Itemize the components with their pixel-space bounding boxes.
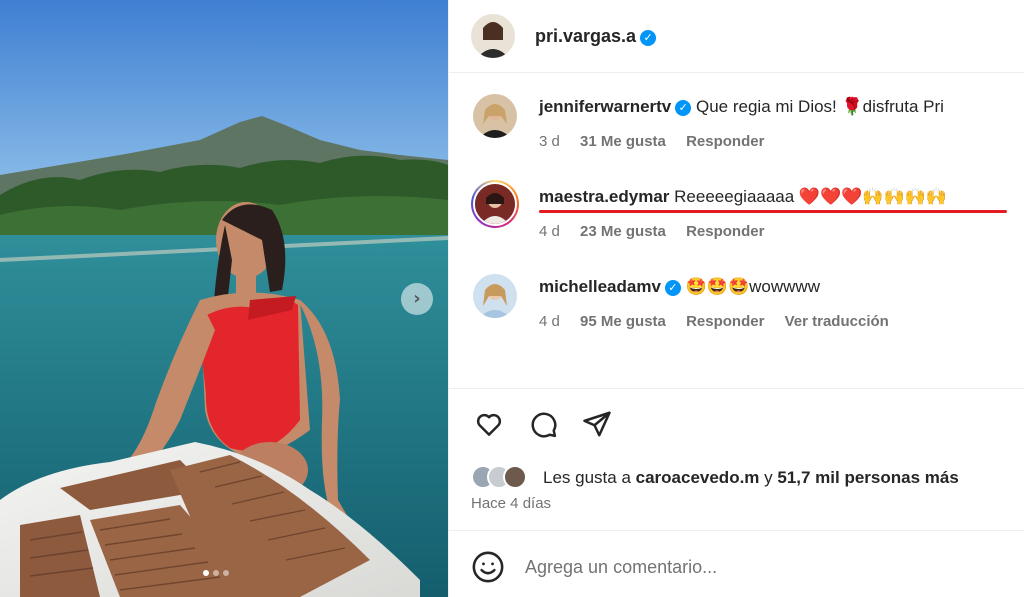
likes-others[interactable]: 51,7 mil personas más: [777, 468, 958, 487]
comment-meta: 3 d 31 Me gusta Responder: [539, 133, 780, 150]
carousel-dot: [223, 570, 229, 576]
carousel-dot: [213, 570, 219, 576]
post-time: Hace 4 días: [471, 495, 552, 512]
post-panel: pri.vargas.a ✓ jennifer­warnertv ✓ Que reg…: [448, 0, 1024, 597]
author-username[interactable]: pri.vargas.a: [535, 26, 636, 46]
translate-button[interactable]: Ver traducción: [785, 313, 889, 330]
comment-avatar[interactable]: [473, 274, 517, 318]
comment-username[interactable]: michelleadamv: [539, 277, 661, 296]
comment-meta: 4 d 23 Me gusta Responder: [539, 223, 780, 240]
comment-age: 4 d: [539, 313, 560, 330]
comment-text: Que regia mi Dios! 🌹disfruta Pri: [696, 97, 944, 116]
likes-joiner: y: [759, 468, 778, 487]
comment-age: 3 d: [539, 133, 560, 150]
comment-username[interactable]: maestra.edymar: [539, 187, 669, 206]
verified-icon: ✓: [675, 100, 692, 116]
comments-divider: [449, 388, 1024, 389]
comment-text: Reeeeegiaaaaa ❤️❤️❤️🙌🙌🙌🙌: [674, 187, 948, 206]
comment-text-row: maestra.edymar Reeeeegiaaaaa ❤️❤️❤️🙌🙌🙌🙌: [539, 187, 947, 207]
reply-button[interactable]: Responder: [686, 223, 764, 240]
post-photo[interactable]: ›: [0, 0, 448, 597]
next-photo-button[interactable]: ›: [401, 283, 433, 315]
comment-likes[interactable]: 23 Me gusta: [580, 223, 666, 240]
header-divider: [449, 72, 1024, 73]
comment-meta: 4 d 95 Me gusta Responder Ver traducción: [539, 313, 905, 330]
carousel-dot-active: [203, 570, 209, 576]
comment-text-row: jennifer­warnertv ✓ Que regia mi Dios! 🌹d…: [539, 97, 944, 117]
add-comment-input[interactable]: [525, 557, 985, 578]
chevron-right-icon: ›: [413, 288, 421, 309]
verified-icon: ✓: [664, 280, 681, 296]
reply-button[interactable]: Responder: [686, 133, 764, 150]
author-avatar[interactable]: [471, 14, 515, 58]
verified-icon: ✓: [640, 30, 657, 46]
share-icon[interactable]: [579, 406, 615, 442]
comment-text-row: michelleadamv ✓ 🤩🤩🤩wowwww: [539, 277, 820, 297]
comment-likes[interactable]: 31 Me gusta: [580, 133, 666, 150]
comment-avatar-story[interactable]: [471, 180, 519, 228]
carousel-dots: [203, 570, 229, 576]
reply-button[interactable]: Responder: [686, 313, 764, 330]
emoji-icon[interactable]: [471, 550, 505, 584]
post-image: [0, 0, 448, 597]
likers-avatars[interactable]: [471, 464, 527, 490]
comment-username[interactable]: jennifer­warnertv: [539, 97, 671, 116]
post-actions: [471, 406, 615, 442]
liker-username[interactable]: caroacevedo.m: [636, 468, 760, 487]
likes-summary: Les gusta a caroacevedo.m y 51,7 mil per…: [543, 468, 959, 488]
highlight-underline: [539, 210, 1007, 213]
comment-age: 4 d: [539, 223, 560, 240]
heart-icon[interactable]: [471, 406, 507, 442]
author-username-row[interactable]: pri.vargas.a ✓: [535, 26, 657, 47]
comment-icon[interactable]: [525, 406, 561, 442]
footer-divider: [449, 530, 1024, 531]
likes-prefix: Les gusta a: [543, 468, 636, 487]
comment-likes[interactable]: 95 Me gusta: [580, 313, 666, 330]
comment-avatar[interactable]: [473, 94, 517, 138]
comment-text: 🤩🤩🤩wowwww: [685, 277, 820, 296]
liker-avatar: [503, 465, 527, 489]
